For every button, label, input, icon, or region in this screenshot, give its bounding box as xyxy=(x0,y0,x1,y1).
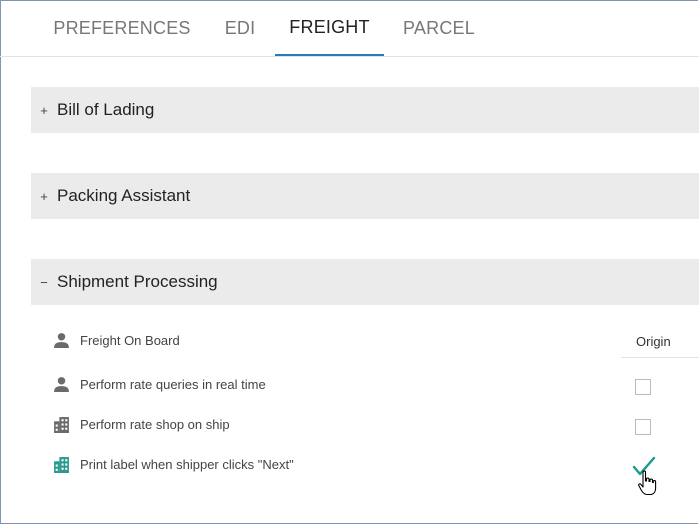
panel-title: Shipment Processing xyxy=(57,272,218,291)
setting-row-print-label: Print label when shipper clicks "Next" xyxy=(53,454,294,474)
expand-icon: + xyxy=(40,188,48,204)
panel-title: Bill of Lading xyxy=(57,100,155,119)
panel-packing-assistant[interactable]: + Packing Assistant xyxy=(31,173,699,219)
tab-bar: PREFERENCES EDI FREIGHT PARCEL xyxy=(0,0,699,57)
setting-row-rate-shop: Perform rate shop on ship xyxy=(53,414,230,434)
setting-label: Perform rate queries in real time xyxy=(80,376,266,392)
person-icon xyxy=(54,376,69,392)
tab-preferences[interactable]: PREFERENCES xyxy=(40,0,204,56)
setting-label: Freight On Board xyxy=(80,332,180,348)
column-header-origin: Origin xyxy=(636,334,671,349)
setting-label: Print label when shipper clicks "Next" xyxy=(80,456,294,472)
setting-label: Perform rate shop on ship xyxy=(80,416,230,432)
person-icon xyxy=(54,332,69,348)
building-icon xyxy=(54,416,69,433)
building-icon xyxy=(54,456,69,473)
collapse-icon: − xyxy=(40,274,48,290)
checkbox-rate-queries[interactable] xyxy=(635,379,651,395)
column-divider xyxy=(621,357,699,358)
panel-title: Packing Assistant xyxy=(57,186,191,205)
expand-icon: + xyxy=(40,102,48,118)
tab-freight[interactable]: FREIGHT xyxy=(275,0,384,56)
tab-edi[interactable]: EDI xyxy=(210,0,270,56)
hand-cursor-icon xyxy=(638,470,657,496)
checkbox-rate-shop[interactable] xyxy=(635,419,651,435)
panel-shipment-processing[interactable]: − Shipment Processing xyxy=(31,259,699,305)
tab-parcel[interactable]: PARCEL xyxy=(388,0,490,56)
panel-bill-of-lading[interactable]: + Bill of Lading xyxy=(31,87,699,133)
setting-row-rate-queries: Perform rate queries in real time xyxy=(53,374,266,394)
setting-row-freight-on-board: Freight On Board xyxy=(53,330,180,350)
